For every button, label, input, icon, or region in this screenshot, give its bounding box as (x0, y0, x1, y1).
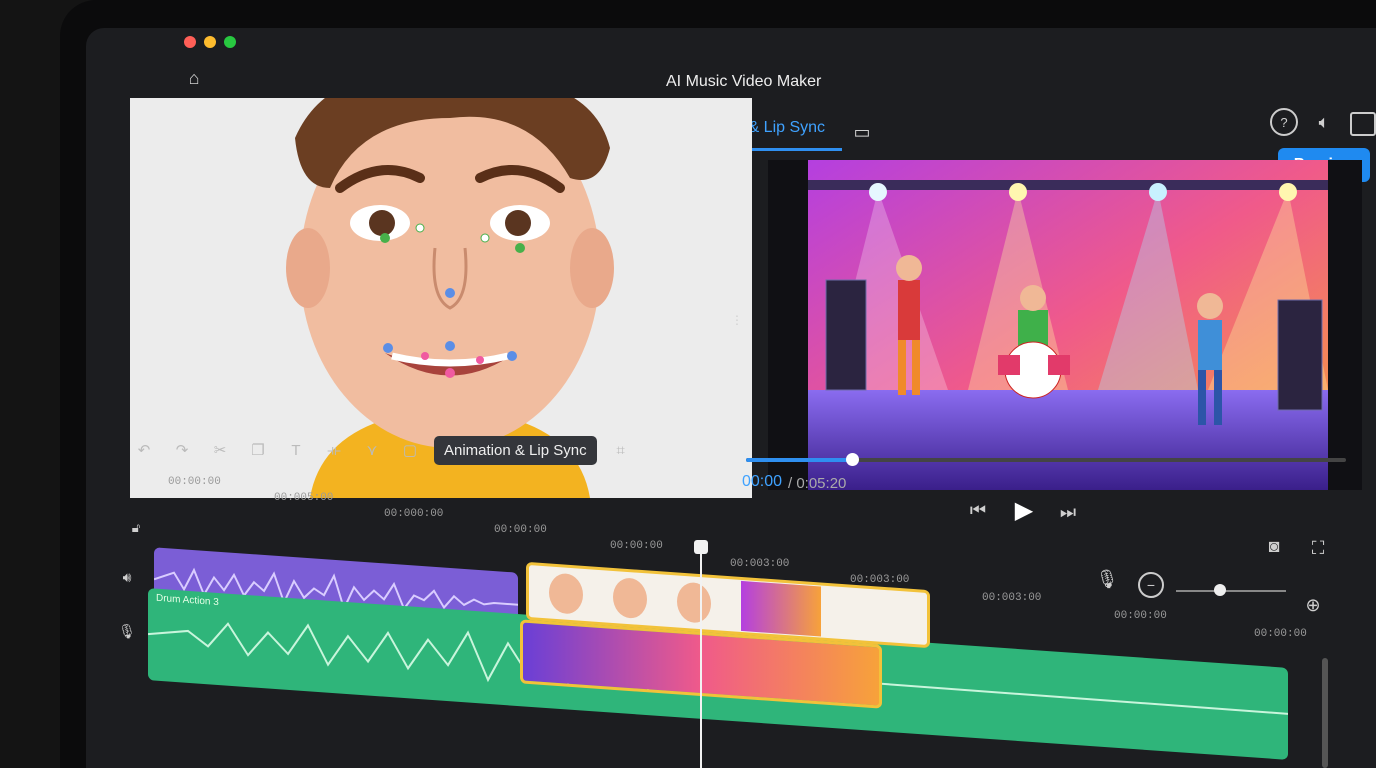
app-window: ⌂ AI Music Video Maker ✎ Animation & Lip… (86, 28, 1376, 768)
minimize-window-button[interactable] (204, 36, 216, 48)
mic-icon[interactable]: 🎙︎ (1096, 568, 1119, 590)
timeline-scrollbar[interactable] (1322, 658, 1328, 768)
zoom-window-button[interactable] (224, 36, 236, 48)
scrubber-handle[interactable] (846, 453, 859, 466)
ruler-tick: 00:003:00 (982, 592, 1042, 604)
timeline-playhead[interactable] (700, 548, 702, 768)
zoom-in-icon[interactable]: ⊕ (1302, 594, 1324, 616)
scissors-icon[interactable]: ✂ (206, 436, 234, 464)
ruler-tick: 00:00:00 (610, 540, 663, 552)
text-tool-icon[interactable]: T (282, 436, 310, 464)
current-time: 00:00 (742, 473, 783, 490)
zoom-out-icon[interactable]: − (1138, 572, 1164, 598)
ruler-tick: 00:00:00 (1114, 610, 1167, 622)
edit-toolbar: ↶ ↷ ✂ ❐ T ⟛ ⋎ ▢ Animation & Lip Sync ⌗ (130, 430, 770, 470)
track-mic-icon[interactable]: 🎙︎ (116, 620, 138, 642)
panel-resize-handle[interactable]: ⋮ (731, 310, 743, 330)
panel-toggle-icon[interactable] (1350, 112, 1376, 136)
volume-icon[interactable]: 🔈︎ (1312, 110, 1336, 134)
merge-icon[interactable]: ⋎ (358, 436, 386, 464)
crop-icon[interactable]: ⌗ (607, 436, 635, 464)
app-title: AI Music Video Maker (666, 73, 822, 90)
frame-icon[interactable]: ▢ (396, 436, 424, 464)
ruler-tick: 00:000:00 (384, 508, 444, 520)
landmark-point (380, 233, 390, 243)
split-audio-icon[interactable]: ⟛ (320, 436, 348, 464)
video-camera-icon[interactable]: ▭ (848, 118, 876, 146)
help-icon[interactable]: ? (1270, 108, 1298, 136)
video-preview[interactable] (768, 160, 1362, 490)
zoom-slider-handle[interactable] (1214, 584, 1226, 596)
lock-icon[interactable]: 🔓︎ (126, 518, 146, 538)
ruler-tick: 00:005:00 (274, 492, 334, 504)
total-time: / 0:05:20 (788, 475, 847, 492)
skip-forward-icon[interactable]: ⏭︎ (1054, 498, 1082, 526)
ruler-tick: 00:003:00 (730, 558, 790, 570)
skip-back-icon[interactable]: ⏮︎ (964, 496, 992, 524)
play-icon[interactable]: ▶︎ (1008, 494, 1040, 526)
ruler-tick: 00:00:00 (494, 524, 547, 536)
band-stage-illustration (808, 160, 1328, 490)
redo-icon[interactable]: ↷ (168, 436, 196, 464)
ruler-tick: 00:00:00 (1254, 628, 1307, 640)
zoom-slider[interactable] (1176, 590, 1286, 592)
track-volume-icon[interactable]: 🔊︎ (116, 566, 138, 588)
close-window-button[interactable] (184, 36, 196, 48)
snapshot-icon[interactable]: ◙ (1262, 534, 1286, 558)
duplicate-icon[interactable]: ❐ (244, 436, 272, 464)
toolbar-tooltip: Animation & Lip Sync (434, 435, 597, 465)
fullscreen-icon[interactable]: ⛶ (1306, 536, 1330, 560)
undo-icon[interactable]: ↶ (130, 436, 158, 464)
playhead-handle[interactable] (694, 540, 708, 554)
ruler-tick: 00:00:00 (168, 476, 221, 488)
home-icon[interactable]: ⌂ (182, 66, 206, 90)
